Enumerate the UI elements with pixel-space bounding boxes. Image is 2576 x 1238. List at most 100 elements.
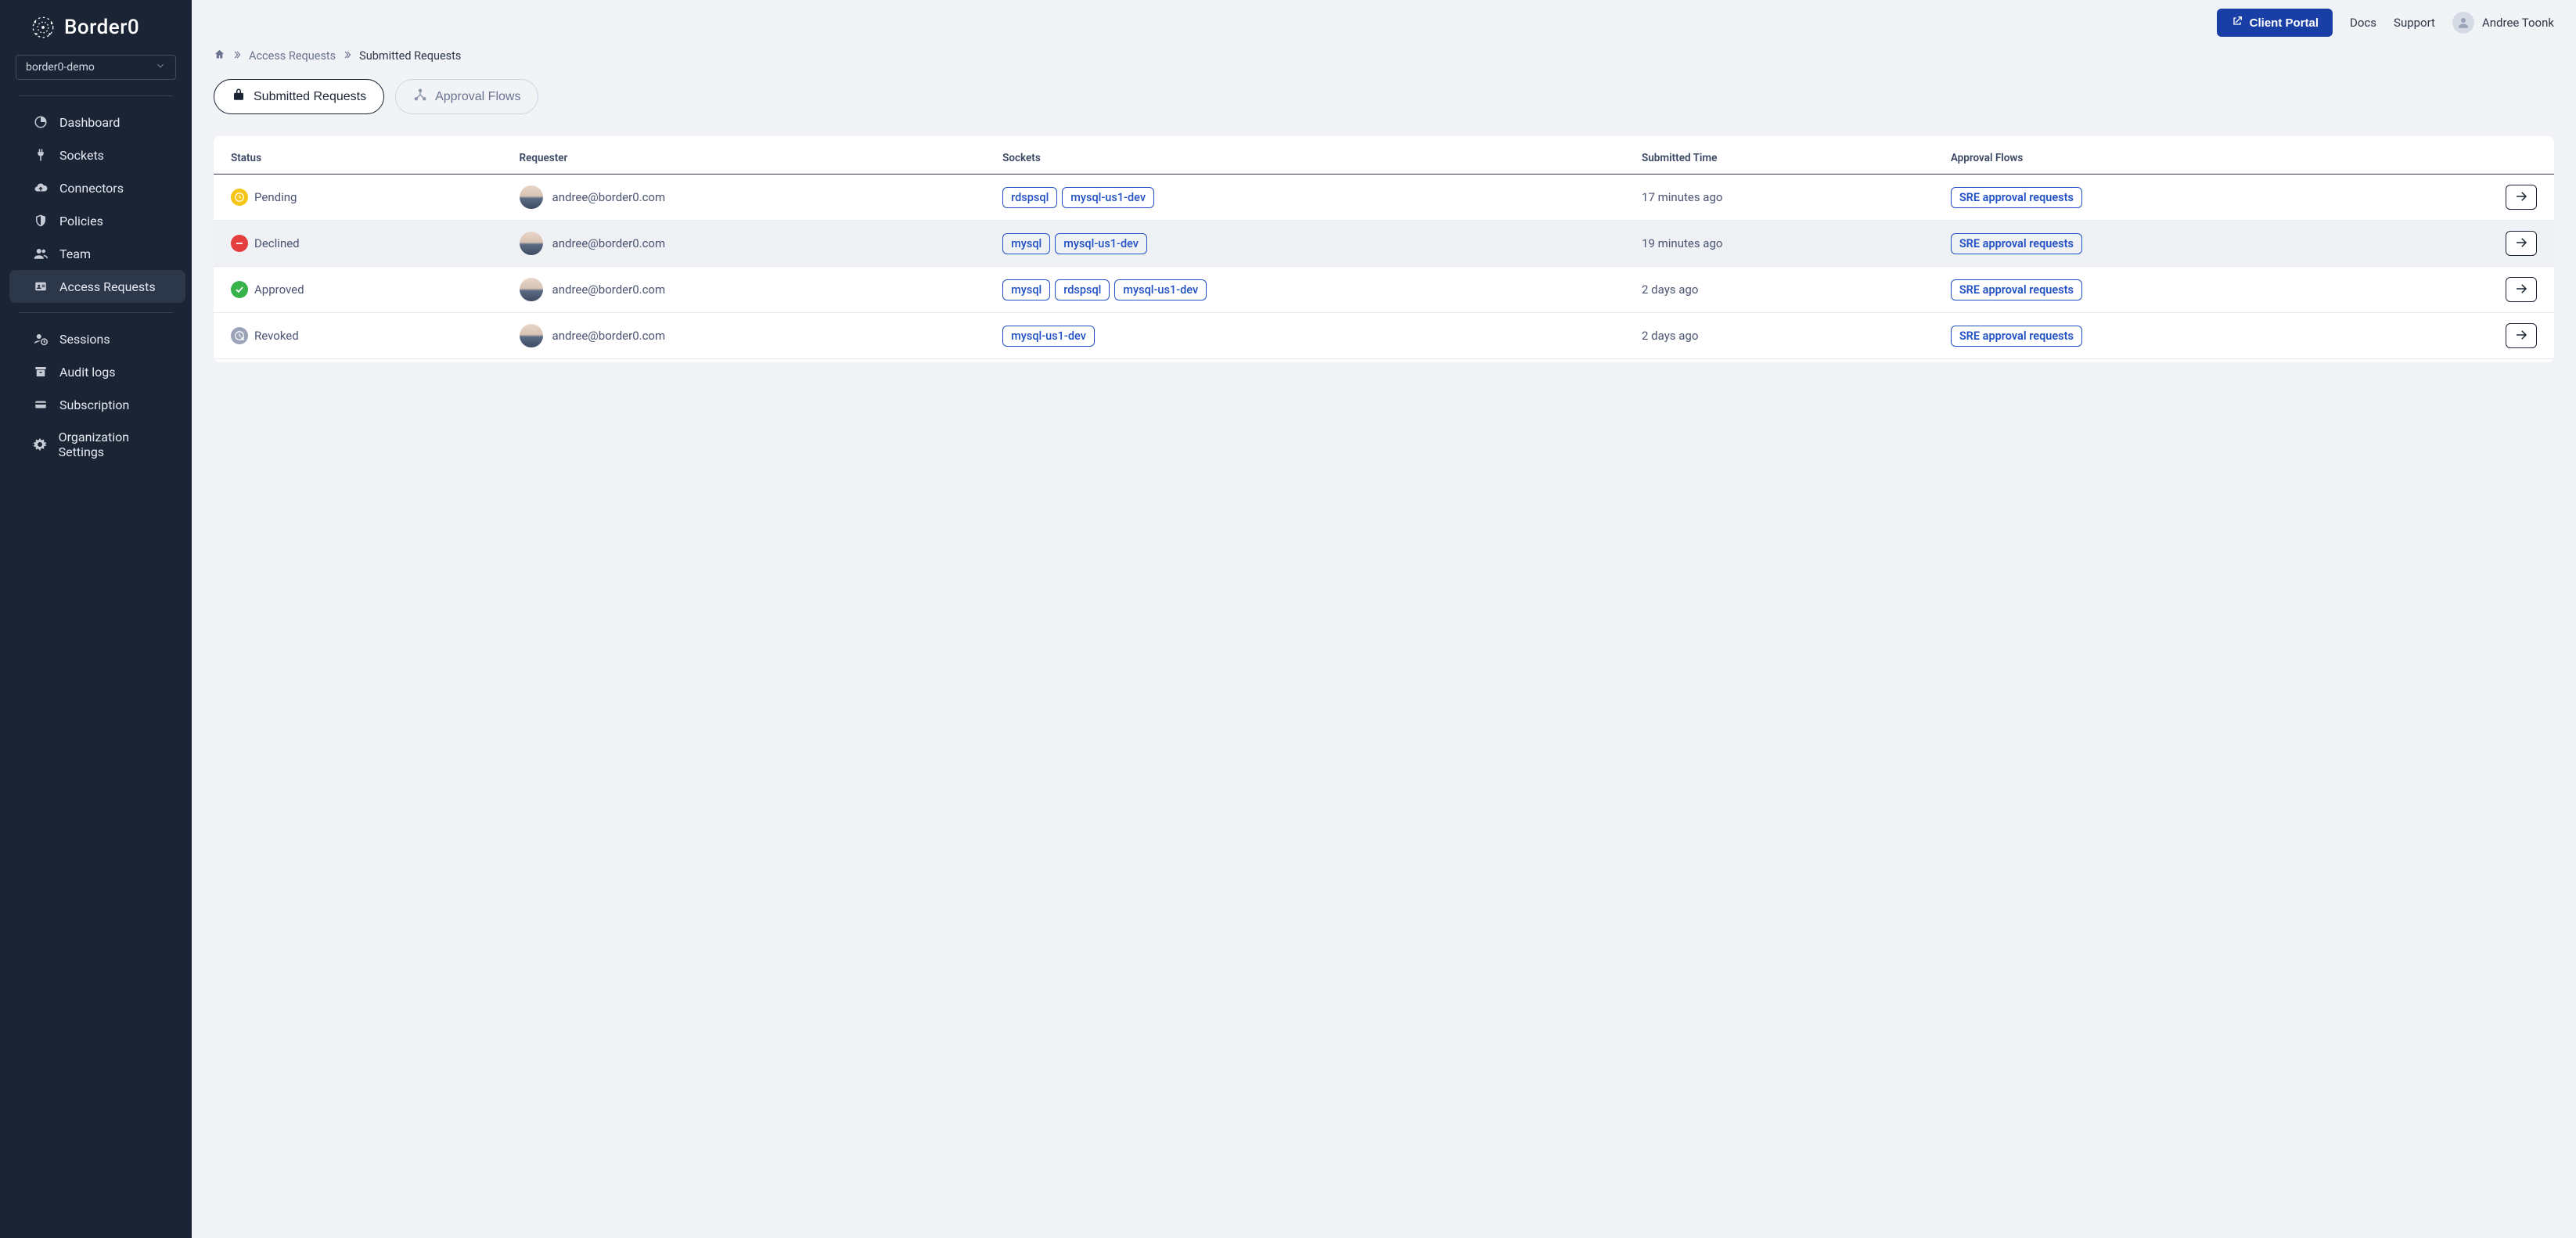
- brand-name: Border0: [64, 16, 139, 39]
- user-menu[interactable]: Andree Toonk: [2452, 12, 2554, 34]
- socket-chip[interactable]: rdspsql: [1002, 187, 1057, 208]
- approval-flow-chip[interactable]: SRE approval requests: [1951, 187, 2082, 208]
- row-open-button[interactable]: [2506, 231, 2537, 256]
- approval-flow-chip[interactable]: SRE approval requests: [1951, 233, 2082, 254]
- home-icon[interactable]: [214, 49, 225, 63]
- sidebar-item-team[interactable]: Team: [9, 237, 185, 270]
- breadcrumb-link-access-requests[interactable]: Access Requests: [249, 49, 336, 63]
- requester-email: andree@border0.com: [552, 190, 666, 204]
- user-clock-icon: [33, 331, 49, 347]
- chevron-right-icon: [342, 49, 353, 63]
- support-link[interactable]: Support: [2394, 16, 2435, 30]
- flow-icon: [413, 88, 427, 106]
- sidebar-item-label: Dashboard: [59, 115, 120, 130]
- tabs: Submitted Requests Approval Flows: [214, 79, 2554, 114]
- user-avatar-icon: [2452, 12, 2474, 34]
- sidebar-item-policies[interactable]: Policies: [9, 204, 185, 237]
- breadcrumb: Access Requests Submitted Requests: [214, 45, 2554, 79]
- chevron-right-icon: [232, 49, 243, 63]
- sidebar-item-label: Connectors: [59, 181, 124, 196]
- socket-chip[interactable]: mysql-us1-dev: [1055, 233, 1147, 254]
- socket-chip[interactable]: rdspsql: [1055, 279, 1110, 301]
- requests-table-card: Status Requester Sockets Submitted Time …: [214, 136, 2554, 362]
- sidebar-item-label: Sessions: [59, 332, 110, 347]
- org-selector[interactable]: border0-demo: [16, 55, 176, 80]
- lock-icon: [232, 88, 246, 106]
- submitted-time: 17 minutes ago: [1624, 175, 1934, 221]
- requester-email: andree@border0.com: [552, 329, 666, 343]
- docs-link[interactable]: Docs: [2350, 16, 2376, 30]
- requester-email: andree@border0.com: [552, 283, 666, 297]
- user-name: Andree Toonk: [2482, 16, 2554, 30]
- socket-chip[interactable]: mysql: [1002, 233, 1050, 254]
- tab-approval-flows[interactable]: Approval Flows: [395, 79, 538, 114]
- client-portal-button[interactable]: Client Portal: [2217, 9, 2333, 37]
- card-icon: [33, 397, 49, 412]
- table-row: Pending andree@border0.com rdspsqlmysql-us…: [214, 175, 2554, 221]
- sidebar-item-sessions[interactable]: Sessions: [9, 322, 185, 355]
- col-requester: Requester: [502, 142, 986, 175]
- brand-logo[interactable]: Border0: [0, 14, 192, 52]
- col-submitted-time: Submitted Time: [1624, 142, 1934, 175]
- chevron-down-icon: [155, 60, 166, 74]
- users-icon: [33, 246, 49, 261]
- table-row: Approved andree@border0.com mysqlrdspsqlmy…: [214, 267, 2554, 313]
- sidebar-divider: [19, 312, 173, 313]
- arrow-right-icon: [2514, 328, 2528, 344]
- sidebar-item-label: Organization Settings: [59, 430, 170, 459]
- requests-table: Status Requester Sockets Submitted Time …: [214, 142, 2554, 359]
- sidebar-item-label: Access Requests: [59, 279, 156, 294]
- id-icon: [33, 279, 49, 294]
- archive-icon: [33, 364, 49, 380]
- table-row: Declined andree@border0.com mysqlmysql-us1…: [214, 221, 2554, 267]
- table-row: Revokedandree@border0.commysql-us1-dev2 …: [214, 313, 2554, 359]
- approval-flow-chip[interactable]: SRE approval requests: [1951, 279, 2082, 301]
- brand-mark-icon: [30, 14, 56, 41]
- sidebar-item-label: Subscription: [59, 398, 129, 412]
- topbar: Client Portal Docs Support Andree Toonk: [192, 0, 2576, 45]
- col-actions: [2378, 142, 2554, 175]
- main-content: Client Portal Docs Support Andree Toonk: [192, 0, 2576, 1238]
- sidebar-item-organization-settings[interactable]: Organization Settings: [9, 421, 185, 468]
- sidebar-item-subscription[interactable]: Subscription: [9, 388, 185, 421]
- approval-flow-chip[interactable]: SRE approval requests: [1951, 326, 2082, 347]
- client-portal-label: Client Portal: [2250, 16, 2319, 30]
- row-open-button[interactable]: [2506, 185, 2537, 210]
- sidebar-item-dashboard[interactable]: Dashboard: [9, 106, 185, 139]
- breadcrumb-current: Submitted Requests: [359, 49, 461, 63]
- tab-submitted-requests[interactable]: Submitted Requests: [214, 79, 384, 114]
- sidebar-item-label: Sockets: [59, 148, 104, 163]
- status-label: Declined: [254, 236, 300, 250]
- sidebar-divider: [19, 95, 173, 96]
- status-revoked-icon: [231, 327, 248, 344]
- status-label: Revoked: [254, 329, 299, 343]
- status-label: Pending: [254, 190, 297, 204]
- col-sockets: Sockets: [985, 142, 1624, 175]
- sidebar-item-label: Audit logs: [59, 365, 116, 380]
- socket-chip[interactable]: mysql: [1002, 279, 1050, 301]
- status-declined-icon: [231, 235, 248, 252]
- col-approval-flows: Approval Flows: [1934, 142, 2378, 175]
- requester-avatar: [520, 278, 543, 301]
- requester-avatar: [520, 185, 543, 209]
- arrow-right-icon: [2514, 189, 2528, 206]
- status-label: Approved: [254, 283, 304, 297]
- row-open-button[interactable]: [2506, 277, 2537, 302]
- arrow-right-icon: [2514, 236, 2528, 252]
- sidebar-item-label: Policies: [59, 214, 103, 229]
- plug-icon: [33, 147, 49, 163]
- sidebar-nav-secondary: Sessions Audit logs Subscription Organizati…: [0, 319, 192, 471]
- sidebar-item-connectors[interactable]: Connectors: [9, 171, 185, 204]
- requester-avatar: [520, 324, 543, 347]
- cloud-up-icon: [33, 180, 49, 196]
- requester-email: andree@border0.com: [552, 236, 666, 250]
- sidebar-item-access-requests[interactable]: Access Requests: [9, 270, 185, 303]
- tab-label: Submitted Requests: [254, 90, 366, 104]
- sidebar-item-sockets[interactable]: Sockets: [9, 139, 185, 171]
- socket-chip[interactable]: mysql-us1-dev: [1002, 326, 1095, 347]
- row-open-button[interactable]: [2506, 323, 2537, 348]
- sidebar-item-audit-logs[interactable]: Audit logs: [9, 355, 185, 388]
- socket-chip[interactable]: mysql-us1-dev: [1114, 279, 1207, 301]
- col-status: Status: [214, 142, 502, 175]
- socket-chip[interactable]: mysql-us1-dev: [1062, 187, 1154, 208]
